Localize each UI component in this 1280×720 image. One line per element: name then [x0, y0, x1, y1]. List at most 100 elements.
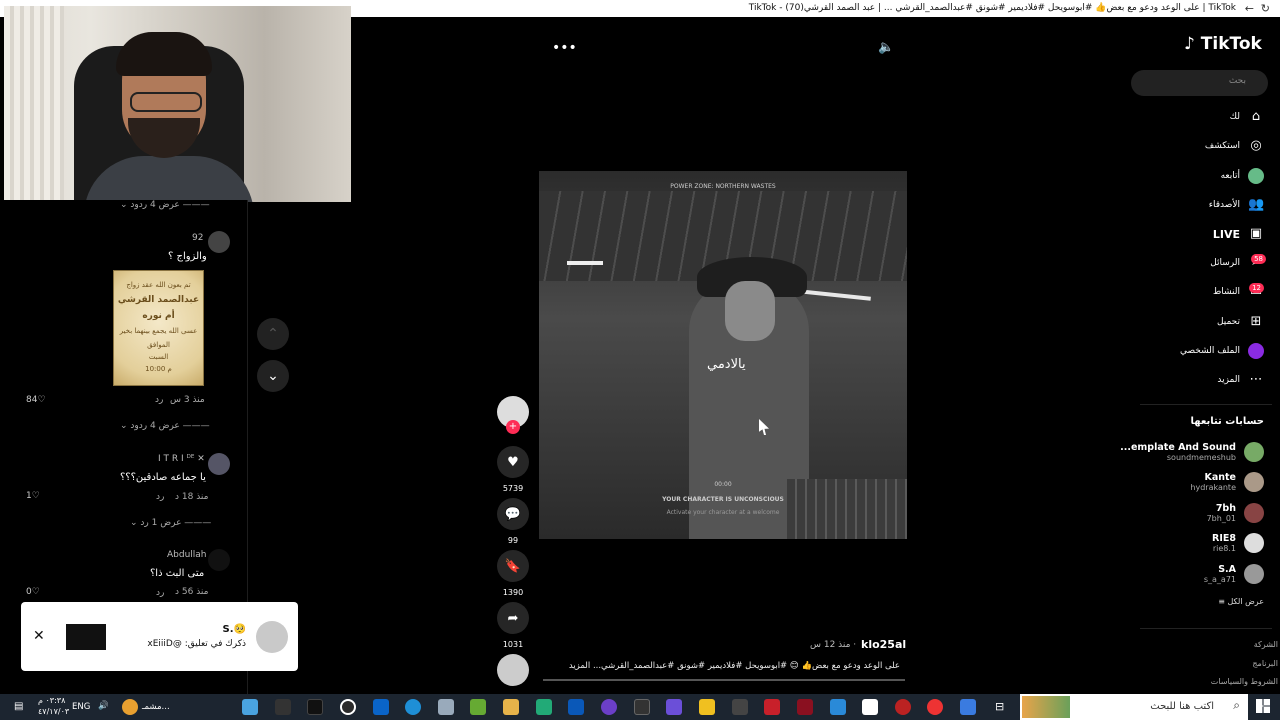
mail-icon[interactable] [373, 699, 389, 715]
search-input[interactable]: بحث [1131, 70, 1268, 96]
heart-icon[interactable]: ♥ [497, 446, 529, 478]
following-account[interactable]: 7bh 7bh_01 [1207, 500, 1264, 526]
previous-video-button[interactable]: ⌃ [257, 318, 289, 350]
nav-following[interactable]: أتابعه [1221, 166, 1264, 186]
next-video-button[interactable]: ⌄ [257, 360, 289, 392]
comment-user[interactable]: Abdullah [167, 550, 207, 560]
nav-live[interactable]: LIVE ▣ [1213, 224, 1264, 244]
weather-icon[interactable] [122, 699, 138, 715]
reply-button[interactable]: رد [156, 492, 164, 502]
reload-icon[interactable]: ↻ [1261, 2, 1270, 15]
close-icon[interactable]: ✕ [33, 628, 45, 644]
comment-bubble-icon[interactable]: 💬 [497, 498, 529, 530]
following-account[interactable]: S.A s_a_a71 [1204, 561, 1264, 587]
view-replies-button[interactable]: ⌄ عرض 4 ردود ——— [120, 421, 210, 431]
see-all-link[interactable]: عرض الكل ≡ [1218, 597, 1264, 606]
nav-explore[interactable]: استكشف ◎ [1205, 136, 1264, 156]
copilot-icon[interactable] [960, 699, 976, 715]
video-player[interactable]: POWER ZONE: NORTHERN WASTES يالادمي 00:0… [539, 171, 907, 539]
back-icon[interactable]: ← [1245, 2, 1254, 15]
follow-plus-icon[interactable]: + [506, 420, 520, 434]
app-icon[interactable] [764, 699, 780, 715]
video-progress-bar[interactable] [543, 679, 905, 681]
comment-likes[interactable]: 84♡ [26, 395, 46, 405]
clock-time[interactable]: ٠٣:٣٨ م [38, 696, 65, 705]
app-icon[interactable] [666, 699, 682, 715]
caption-text[interactable]: على الوعد ودعو مع بعض👍 😊 #ابوسويحل #فلاد… [550, 661, 900, 671]
webcam-overlay [4, 6, 351, 202]
footer-link[interactable]: الشركة [1254, 640, 1278, 649]
comment-image-wedding-invite[interactable]: تم بعون الله عقد زواج عبدالصمد القرشي أم… [113, 270, 204, 386]
ceiling-light [567, 261, 603, 265]
edge-icon[interactable] [405, 699, 421, 715]
folder-icon[interactable] [503, 699, 519, 715]
notification-center-icon[interactable]: ▤ [14, 701, 23, 712]
taskbar-search-input[interactable]: اكتب هنا للبحث ⌕ [1020, 694, 1248, 720]
like-action[interactable]: ♥ 5739 [497, 446, 529, 493]
caption-username[interactable]: klo25al [861, 638, 906, 651]
tiktok-logo[interactable]: ♪ TikTok [1184, 34, 1262, 54]
following-account[interactable]: RIE8 rie8.1 [1212, 530, 1264, 556]
list-icon: ≡ [1218, 597, 1225, 606]
epic-games-icon[interactable] [732, 699, 748, 715]
nav-for-you[interactable]: لك ⌂ [1230, 107, 1264, 127]
search-placeholder: بحث [1228, 76, 1246, 86]
account-handle: rie8.1 [1212, 544, 1236, 553]
app-icon[interactable] [438, 699, 454, 715]
capcut-icon[interactable] [275, 699, 291, 715]
app-icon[interactable] [895, 699, 911, 715]
view-replies-button[interactable]: ⌄ عرض 1 رد ——— [130, 518, 211, 528]
bookmark-icon[interactable]: 🔖 [497, 550, 529, 582]
music-disc-avatar[interactable] [497, 654, 529, 686]
app-icon[interactable] [242, 699, 258, 715]
comment-user[interactable]: 92 [192, 233, 203, 243]
speaker-icon[interactable]: 🔊 [98, 701, 109, 711]
avatar[interactable] [208, 549, 230, 571]
hud-message: YOUR CHARACTER IS UNCONSCIOUS [662, 496, 784, 503]
comment-likes[interactable]: 1♡ [26, 491, 40, 501]
footer-link[interactable]: البرنامج [1252, 659, 1278, 668]
tab-title[interactable]: TikTok | على الوعد ودعو مع بعض👍 #ابوسويح… [749, 3, 1236, 13]
comment-action[interactable]: 💬 99 [497, 498, 529, 545]
app-icon[interactable] [470, 699, 486, 715]
screen: TikTok | على الوعد ودعو مع بعض👍 #ابوسويح… [0, 0, 1280, 720]
app-icon[interactable] [634, 699, 650, 715]
nav-friends[interactable]: الأصدقاء 👥 [1209, 195, 1264, 215]
account-name: 7bh [1215, 503, 1236, 514]
hud-zone: POWER ZONE: NORTHERN WASTES [670, 183, 776, 190]
following-account[interactable]: Kante hydrakante [1190, 469, 1264, 495]
windows-start-icon[interactable] [1256, 699, 1270, 713]
volume-icon[interactable]: 🔈 [878, 40, 894, 55]
footer-link[interactable]: الشروط والسياسات [1211, 677, 1278, 686]
outlook-icon[interactable] [568, 699, 584, 715]
view-replies-button[interactable]: ⌄ عرض 4 ردود ——— [120, 200, 210, 210]
comment-likes[interactable]: 0♡ [26, 587, 40, 597]
save-action[interactable]: 🔖 1390 [497, 550, 529, 597]
app-icon[interactable] [830, 699, 846, 715]
obs-icon[interactable] [340, 699, 356, 715]
app-icon[interactable] [601, 699, 617, 715]
app-icon[interactable] [699, 699, 715, 715]
app-icon[interactable] [862, 699, 878, 715]
nav-upload[interactable]: تحميل ⊞ [1217, 312, 1264, 332]
reply-button[interactable]: رد [155, 395, 163, 405]
comment-user[interactable]: I T R I ᴰᴱ ✕ [158, 454, 205, 464]
nav-profile[interactable]: الملف الشخصي [1180, 341, 1264, 361]
reply-button[interactable]: رد [156, 588, 164, 598]
share-action[interactable]: ➦ 1031 [497, 602, 529, 649]
weather-label[interactable]: مشمـ... [142, 702, 170, 712]
app-icon[interactable] [536, 699, 552, 715]
task-view-icon[interactable]: ⊟ [995, 700, 1004, 713]
app-icon[interactable] [797, 699, 813, 715]
following-account[interactable]: ...emplate And Sound soundmemeshub [1120, 439, 1264, 465]
mention-notification[interactable]: ✕ S.🥺 ذكرك في تعليق: @xEiiiD [21, 602, 298, 671]
nav-more[interactable]: المزيد ⋯ [1217, 370, 1264, 390]
share-arrow-icon[interactable]: ➦ [497, 602, 529, 634]
clock-date[interactable]: ٤٧/١٧/٠٣ [38, 707, 69, 716]
chrome-icon[interactable] [927, 699, 943, 715]
language-indicator[interactable]: ENG [72, 702, 90, 712]
ellipsis-icon[interactable]: ••• [552, 40, 577, 56]
avatar[interactable] [208, 453, 230, 475]
tiktok-icon[interactable] [307, 699, 323, 715]
avatar[interactable] [208, 231, 230, 253]
